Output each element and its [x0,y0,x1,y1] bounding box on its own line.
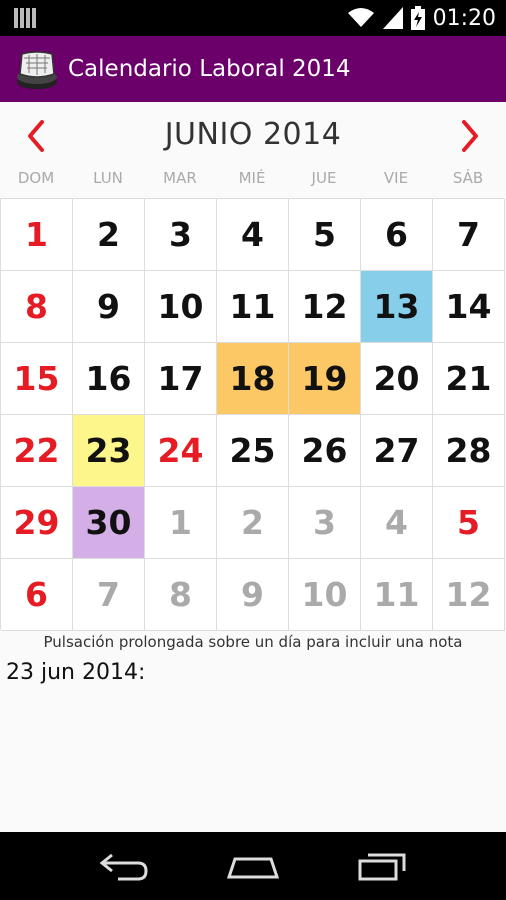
weekday-label: MIÉ [238,169,266,187]
day-cell[interactable]: 25 [217,415,289,487]
day-cell[interactable]: 2 [217,487,289,559]
wifi-icon [347,8,374,27]
navigation-bar [0,832,506,900]
day-cell[interactable]: 11 [361,559,433,631]
day-cell[interactable]: 7 [433,199,505,271]
day-cell[interactable]: 12 [289,271,361,343]
day-cell[interactable]: 13 [361,271,433,343]
day-cell[interactable]: 6 [361,199,433,271]
day-cell[interactable]: 27 [361,415,433,487]
day-cell[interactable]: 29 [1,487,73,559]
day-cell[interactable]: 14 [433,271,505,343]
app-logo-icon[interactable] [14,46,60,92]
home-icon[interactable] [223,846,283,886]
day-cell[interactable]: 8 [1,271,73,343]
day-cell[interactable]: 9 [73,271,145,343]
battery-charging-icon [410,6,425,30]
day-cell[interactable]: 18 [217,343,289,415]
day-cell[interactable]: 1 [145,487,217,559]
chevron-right-icon[interactable] [456,116,486,156]
hint-text: Pulsación prolongada sobre un día para i… [43,633,463,651]
calendar-grid: 1 2 3 4 5 6 7 8 9 10 11 12 13 14 15 16 17 18 19 20 21 22 23 24 2… [0,198,505,631]
day-cell[interactable]: 3 [145,199,217,271]
day-cell[interactable]: 22 [1,415,73,487]
day-cell[interactable]: 19 [289,343,361,415]
day-cell[interactable]: 5 [289,199,361,271]
action-bar: Calendario Laboral 2014 [0,36,506,102]
status-time: 01:20 [432,5,496,31]
day-cell[interactable]: 4 [217,199,289,271]
weekday-header: DOM LUN MAR MIÉ JUE VIE SÁB [0,166,506,196]
day-cell[interactable]: 21 [433,343,505,415]
weekday-label: VIE [383,169,409,187]
recents-icon[interactable] [352,846,412,886]
weekday-label: JUE [311,169,337,187]
barcode-icon [14,8,36,28]
day-cell[interactable]: 2 [73,199,145,271]
app-title: Calendario Laboral 2014 [68,56,351,82]
status-bar: 01:20 [0,0,506,36]
day-cell[interactable]: 10 [145,271,217,343]
day-cell[interactable]: 8 [145,559,217,631]
day-cell[interactable]: 17 [145,343,217,415]
day-cell[interactable]: 28 [433,415,505,487]
chevron-left-icon[interactable] [20,116,50,156]
day-cell[interactable]: 6 [1,559,73,631]
weekday-label: SÁB [452,169,484,187]
day-cell[interactable]: 11 [217,271,289,343]
weekday-label: DOM [17,169,55,187]
weekday-label: LUN [93,169,123,187]
signal-icon [382,7,403,29]
day-cell[interactable]: 5 [433,487,505,559]
day-cell[interactable]: 1 [1,199,73,271]
day-cell[interactable]: 4 [361,487,433,559]
day-cell[interactable]: 7 [73,559,145,631]
month-header: JUNIO 2014 [0,102,506,166]
day-cell[interactable]: 10 [289,559,361,631]
day-cell[interactable]: 30 [73,487,145,559]
day-cell[interactable]: 16 [73,343,145,415]
day-cell[interactable]: 26 [289,415,361,487]
note-date-label[interactable]: 23 jun 2014: [6,660,145,685]
month-title: JUNIO 2014 [164,116,342,152]
back-icon[interactable] [94,846,154,886]
day-cell[interactable]: 9 [217,559,289,631]
day-cell[interactable]: 23 [73,415,145,487]
day-cell[interactable]: 24 [145,415,217,487]
weekday-label: MAR [163,169,197,187]
day-cell[interactable]: 3 [289,487,361,559]
day-cell[interactable]: 20 [361,343,433,415]
day-cell[interactable]: 15 [1,343,73,415]
day-cell[interactable]: 12 [433,559,505,631]
